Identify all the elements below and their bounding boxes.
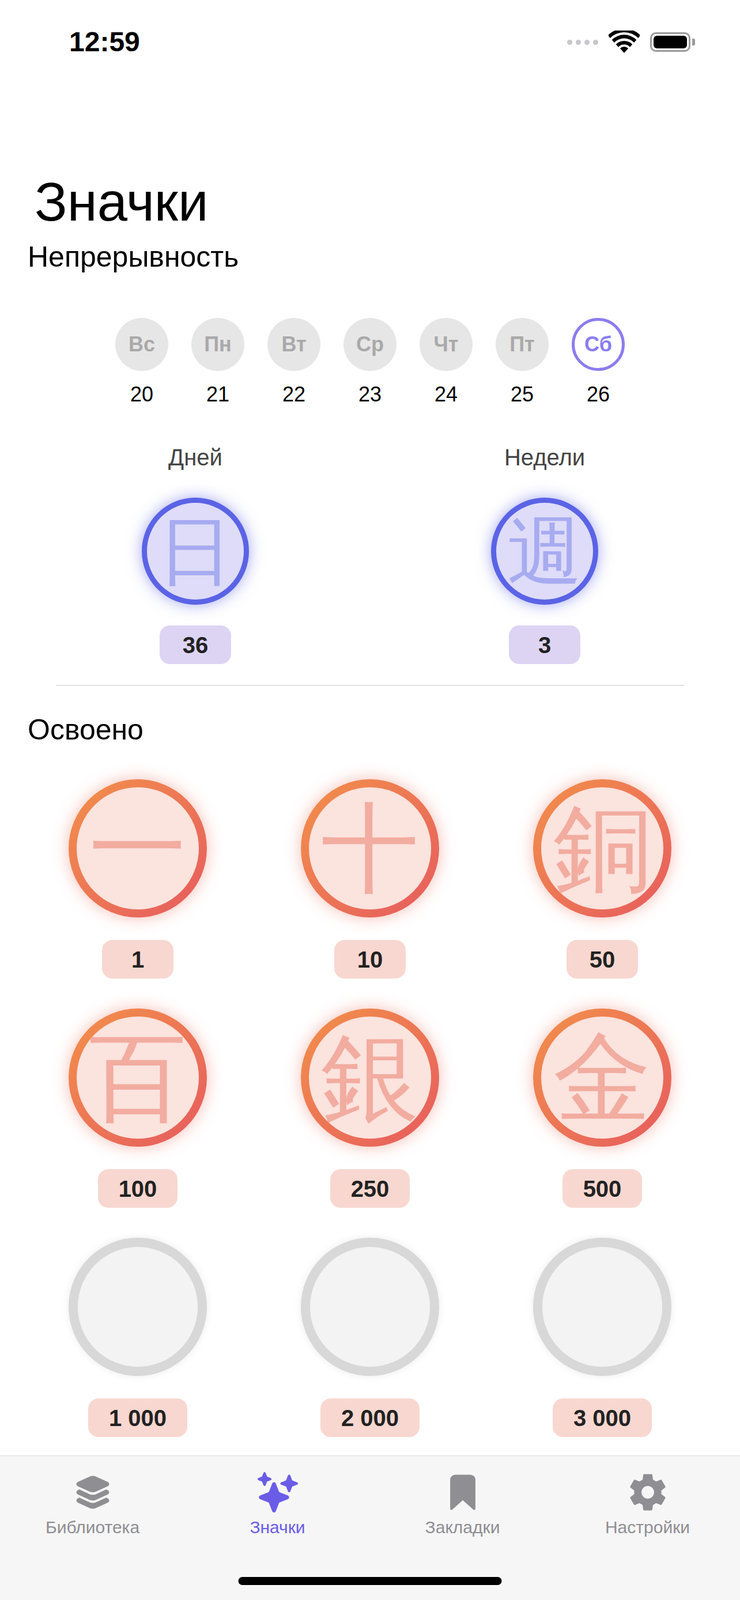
streak-day: Пн21 [179, 318, 256, 410]
badge-icon: 十 [300, 779, 440, 919]
badge-icon: 銅 [533, 779, 672, 919]
badge-icon: 百 [68, 1009, 207, 1148]
badge-icon [533, 1238, 672, 1377]
mastery-badge: 金 500 [486, 1009, 719, 1239]
badge-icon: 金 [533, 1009, 672, 1148]
badge-count: 3 000 [552, 1399, 652, 1438]
streak-day: Сб26 [560, 318, 637, 410]
badge-count: 500 [562, 1169, 643, 1209]
tab-item[interactable]: Библиотека [0, 1473, 185, 1540]
badges-screen: 12:59 Значки Непрерывность Вс20Пн21Вт22Ср23… [0, 0, 740, 1600]
home-indicator [238, 1577, 502, 1587]
streak-badge-icon: 日 [141, 497, 249, 606]
badge-count: 100 [97, 1169, 179, 1209]
streak-counter: Недели週3 [370, 441, 720, 665]
streak-day: Чт24 [408, 318, 485, 410]
status-time: 12:59 [69, 28, 141, 56]
tab-bar: БиблиотекаЗначкиЗакладкиНастройки [0, 1456, 740, 1600]
streak-day: Вс20 [103, 318, 180, 410]
streak-day: Ср23 [331, 318, 409, 410]
section-heading: Непрерывность [0, 238, 740, 276]
badge-count: 1 [102, 940, 174, 980]
section-heading: Освоено [0, 711, 740, 749]
badge-count: 1 000 [88, 1399, 188, 1438]
week-strip: Вс20Пн21Вт22Ср23Чт24Пт25Сб26 [0, 318, 740, 410]
badge-count: 250 [330, 1169, 411, 1209]
streak-count: 36 [159, 625, 232, 665]
streak-day: Вт22 [255, 318, 332, 410]
mastery-badge: 銅 50 [486, 779, 719, 1010]
streak-counter: Дней日36 [20, 441, 370, 665]
mastery-badge: 百 100 [21, 1009, 255, 1239]
tab-icon [72, 1473, 113, 1514]
status-bar: 12:59 [0, 0, 740, 85]
streak-count: 3 [508, 625, 581, 665]
tab-item[interactable]: Закладки [370, 1473, 555, 1540]
badge-icon [68, 1238, 207, 1377]
badge-count: 10 [334, 940, 406, 980]
tab-item[interactable]: Настройки [555, 1473, 740, 1540]
wifi-icon [608, 30, 640, 54]
battery-icon [650, 32, 696, 52]
streak-day: Пт25 [484, 318, 561, 410]
badge-grid: 一1十10銅50百100銀250金5001 0002 0003 000 [21, 779, 719, 1468]
mastery-badge: 十 10 [254, 779, 487, 1010]
mastery-badge: 銀 250 [254, 1009, 487, 1239]
badge-icon: 一 [68, 779, 207, 919]
page-title: Значки [0, 84, 740, 234]
divider [55, 685, 685, 687]
tab-icon [442, 1473, 483, 1514]
mastery-badge: 一1 [21, 779, 255, 1010]
badge-icon [300, 1238, 440, 1377]
mastery-badge: 1 000 [21, 1238, 255, 1468]
tab-icon [257, 1473, 298, 1514]
badge-count: 2 000 [320, 1399, 420, 1438]
mastery-badge: 2 000 [254, 1238, 487, 1468]
badge-icon: 銀 [300, 1009, 440, 1148]
signal-icon [567, 39, 599, 45]
streak-counters: Дней日36Недели週3 [20, 441, 720, 665]
streak-badge-icon: 週 [491, 497, 599, 606]
badge-count: 50 [566, 940, 638, 980]
mastery-badge: 3 000 [486, 1238, 719, 1468]
tab-item[interactable]: Значки [185, 1473, 370, 1540]
tab-icon [627, 1473, 668, 1514]
